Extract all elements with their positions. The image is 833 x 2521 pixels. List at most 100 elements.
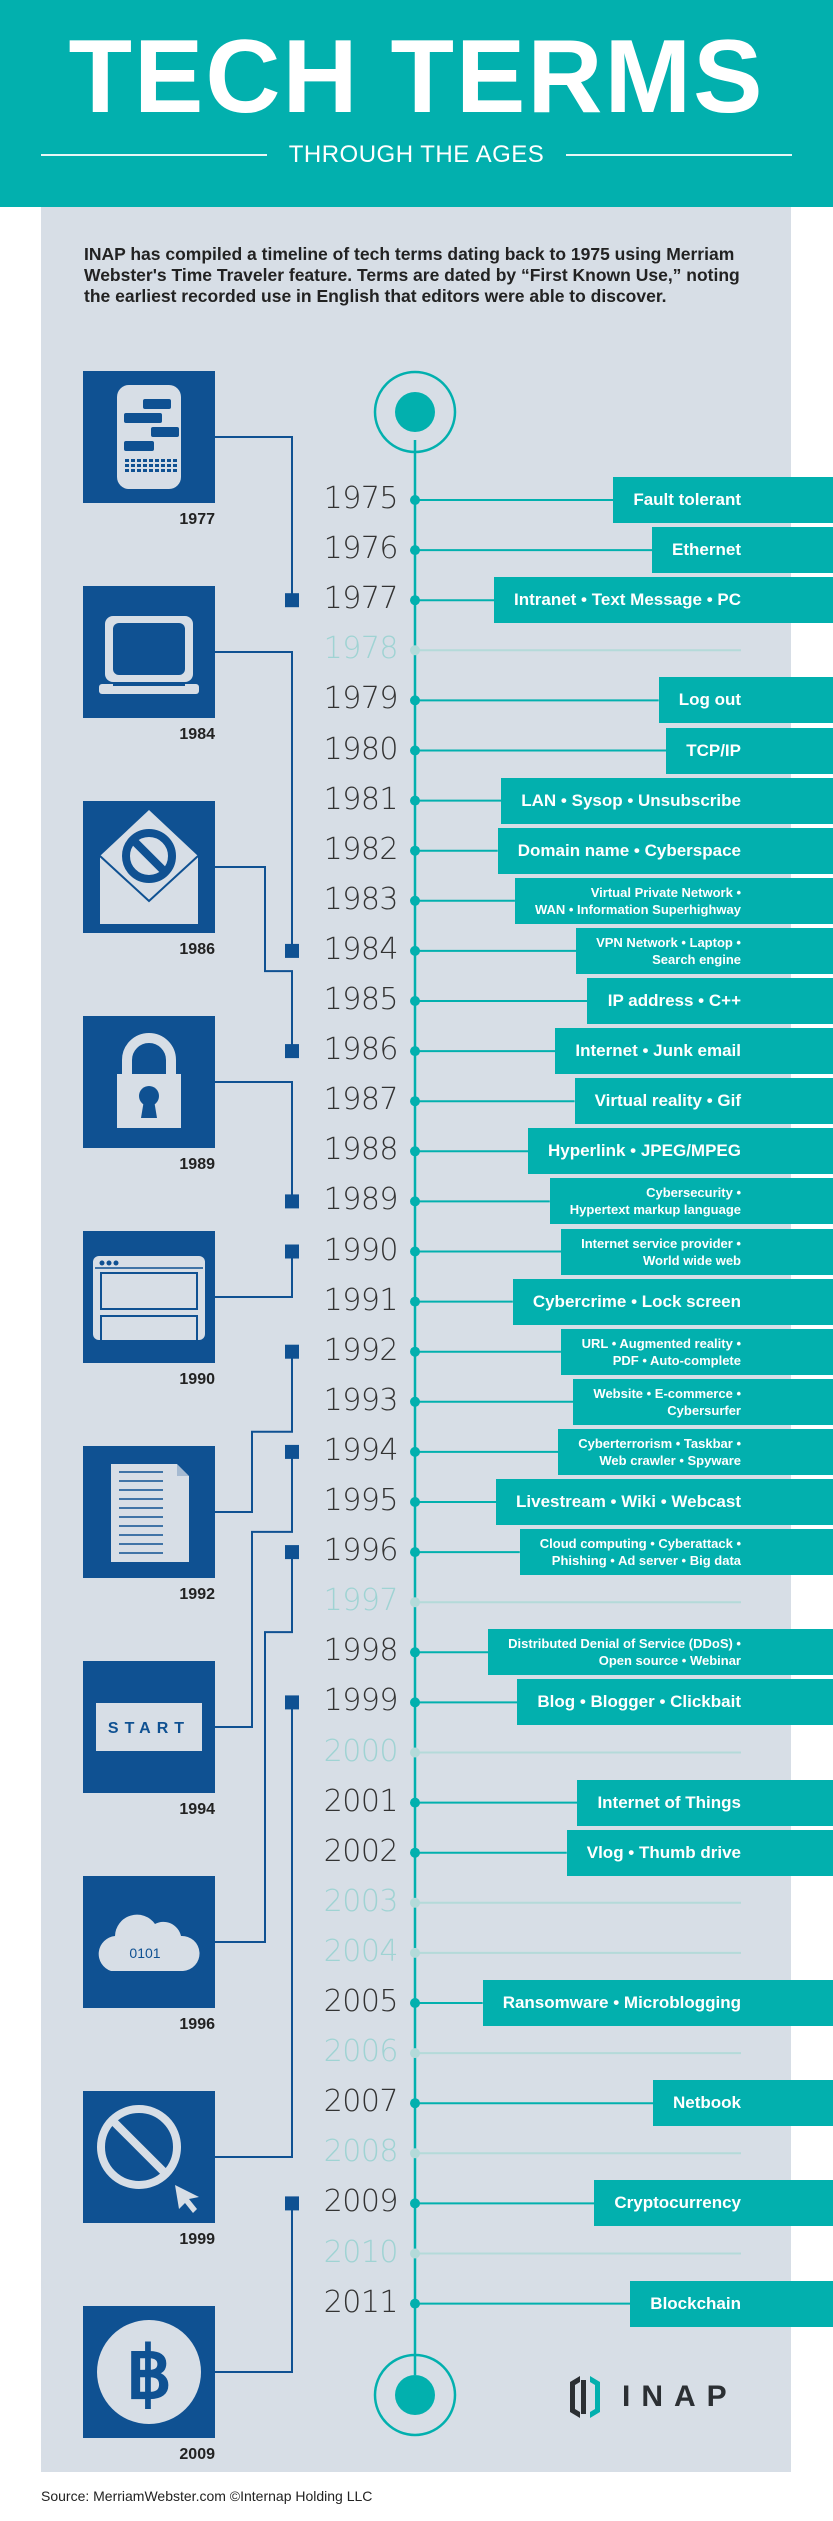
inap-logo: INAP bbox=[566, 2372, 738, 2422]
year-label: 1990 bbox=[323, 1232, 399, 1268]
term-box: Vlog • Thumb drive bbox=[566, 1829, 833, 1876]
connector-square bbox=[285, 1194, 299, 1209]
year-label: 1989 bbox=[323, 1182, 399, 1218]
connector-square bbox=[285, 2196, 299, 2211]
term-box: Virtual Private Network • WAN • Informat… bbox=[514, 877, 833, 924]
icon-year-label: 1996 bbox=[179, 2016, 215, 2033]
term-box: Cloud computing • Cyberattack • Phishing… bbox=[519, 1529, 833, 1576]
term-box: Blockchain bbox=[630, 2280, 833, 2327]
connector-square bbox=[285, 1695, 299, 1710]
year-label: 1991 bbox=[323, 1282, 399, 1318]
year-label: 2011 bbox=[323, 2284, 399, 2320]
term-box: IP address • C++ bbox=[587, 978, 833, 1024]
term-box: Internet service provider • World wide w… bbox=[561, 1228, 833, 1275]
year-label: 1983 bbox=[323, 881, 399, 917]
term-box: TCP/IP bbox=[666, 727, 833, 774]
icon-connector bbox=[215, 651, 293, 951]
icon-year-label: 2009 bbox=[179, 2446, 215, 2463]
connector-square bbox=[285, 1444, 299, 1459]
term-box: Hyperlink • JPEG/MPEG bbox=[528, 1128, 833, 1175]
term-box: Internet of Things bbox=[577, 1779, 833, 1826]
blocked-cursor-icon bbox=[83, 2091, 215, 2223]
icon-connector bbox=[215, 1251, 293, 1298]
term-box: Virtual reality • Gif bbox=[574, 1078, 833, 1125]
icon-connector bbox=[215, 2203, 293, 2373]
year-label: 1985 bbox=[323, 982, 399, 1017]
icon-connector bbox=[215, 1451, 293, 1728]
year-label: 1978 bbox=[323, 631, 399, 667]
icon-year-label: 1977 bbox=[179, 511, 215, 528]
year-label: 1975 bbox=[323, 481, 399, 516]
term-box: Ethernet bbox=[652, 527, 833, 574]
year-label: 1987 bbox=[323, 1082, 399, 1118]
year-label: 1988 bbox=[323, 1132, 399, 1168]
term-box: Cybercrime • Lock screen bbox=[512, 1278, 833, 1325]
year-label: 1979 bbox=[323, 681, 399, 717]
year-label: 1997 bbox=[323, 1583, 399, 1619]
icon-connector bbox=[215, 436, 293, 601]
term-box: Website • E-commerce • Cybersurfer bbox=[573, 1378, 833, 1425]
document-icon bbox=[83, 1446, 215, 1578]
icon-year-label: 1989 bbox=[179, 1156, 215, 1173]
year-label: 2000 bbox=[323, 1733, 399, 1769]
term-box: Cybersecurity • Hypertext markup languag… bbox=[549, 1178, 833, 1225]
junk-email-icon bbox=[83, 801, 215, 933]
year-label: 2001 bbox=[323, 1783, 399, 1819]
year-label: 1986 bbox=[323, 1032, 399, 1068]
start-button-icon: START bbox=[83, 1661, 215, 1793]
year-label: 1994 bbox=[323, 1432, 399, 1468]
laptop-icon bbox=[83, 586, 215, 718]
connector-square bbox=[285, 943, 299, 958]
term-box: Log out bbox=[658, 677, 833, 724]
icon-year-label: 1986 bbox=[179, 941, 215, 958]
connector-square bbox=[285, 1344, 299, 1359]
term-box: Cryptocurrency bbox=[594, 2180, 833, 2227]
year-label: 1998 bbox=[323, 1633, 399, 1669]
term-box: Netbook bbox=[653, 2080, 833, 2127]
icon-year-label: 1992 bbox=[179, 1586, 215, 1603]
year-label: 2005 bbox=[323, 1984, 399, 2019]
year-label: 2007 bbox=[323, 2084, 399, 2120]
inap-logo-icon bbox=[570, 2376, 600, 2418]
svg-text:฿: ฿ bbox=[126, 2334, 172, 2414]
year-label: 2003 bbox=[323, 1883, 399, 1919]
year-label: 1980 bbox=[323, 731, 399, 767]
year-label: 1992 bbox=[323, 1332, 399, 1368]
term-box: Blog • Blogger • Clickbait bbox=[517, 1679, 833, 1726]
year-label: 1981 bbox=[323, 781, 399, 817]
year-label: 2006 bbox=[323, 2034, 399, 2070]
icon-connector bbox=[215, 1081, 293, 1202]
term-box: Cyberterrorism • Taskbar • Web crawler •… bbox=[558, 1428, 833, 1475]
icon-connector bbox=[215, 1552, 293, 1943]
connector-square bbox=[285, 1244, 299, 1259]
year-label: 1982 bbox=[323, 831, 399, 867]
term-box: Fault tolerant bbox=[613, 477, 833, 523]
icon-year-label: 1990 bbox=[179, 1371, 215, 1388]
connector-square bbox=[285, 1545, 299, 1560]
term-box: LAN • Sysop • Unsubscribe bbox=[501, 777, 833, 824]
year-label: 1996 bbox=[323, 1533, 399, 1569]
term-box: Intranet • Text Message • PC bbox=[494, 577, 833, 624]
term-box: Domain name • Cyberspace bbox=[497, 827, 833, 874]
term-box: Ransomware • Microblogging bbox=[482, 1980, 833, 2026]
text-message-phone-icon bbox=[83, 371, 215, 503]
term-box: VPN Network • Laptop • Search engine bbox=[576, 927, 833, 974]
icon-year-label: 1994 bbox=[179, 1801, 215, 1818]
year-label: 2010 bbox=[323, 2234, 399, 2270]
year-label: 2009 bbox=[323, 2184, 399, 2220]
term-box: Internet • Junk email bbox=[555, 1028, 833, 1075]
year-label: 2008 bbox=[323, 2134, 399, 2170]
connector-square bbox=[285, 593, 299, 608]
svg-text:START: START bbox=[108, 1720, 190, 1737]
icon-connector bbox=[215, 866, 293, 1052]
bitcoin-icon: ฿ bbox=[83, 2306, 215, 2438]
year-label: 1984 bbox=[323, 931, 399, 967]
icon-year-label: 1984 bbox=[179, 726, 215, 743]
browser-window-icon bbox=[83, 1231, 215, 1363]
timeline-end-dot bbox=[395, 2375, 435, 2415]
year-label: 1977 bbox=[323, 581, 399, 617]
source-credit: Source: MerriamWebster.com ©Internap Hol… bbox=[41, 2488, 373, 2504]
term-box: Distributed Denial of Service (DDoS) • O… bbox=[488, 1629, 833, 1676]
connector-square bbox=[285, 1044, 299, 1059]
term-box: Livestream • Wiki • Webcast bbox=[496, 1479, 833, 1525]
